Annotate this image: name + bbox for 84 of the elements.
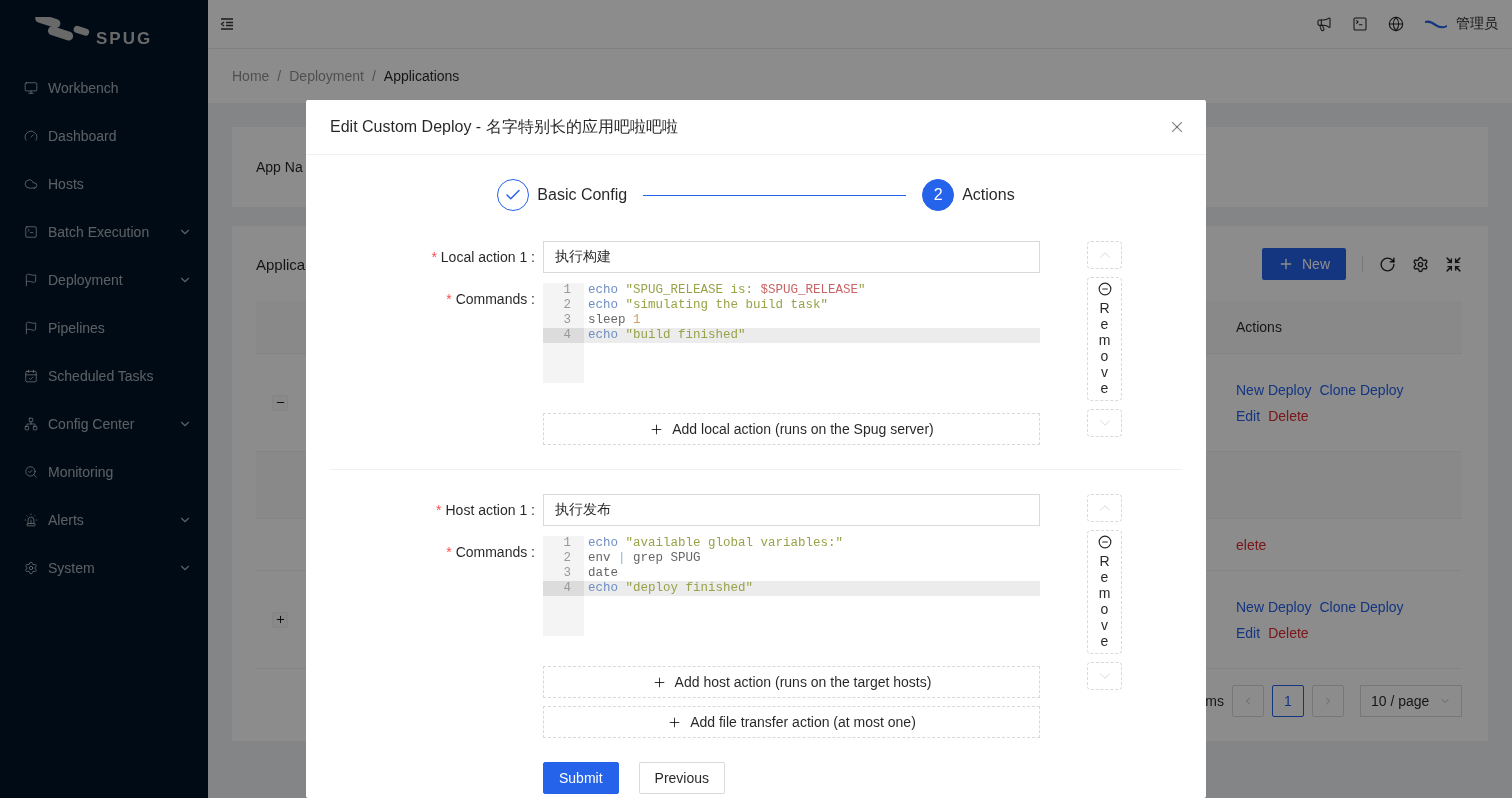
line-number: 3	[562, 566, 572, 581]
pagination-total: ms	[1205, 693, 1224, 709]
fullscreen-icon[interactable]	[1445, 255, 1462, 273]
field-label: * Local action 1 :	[430, 248, 535, 267]
add-action-button[interactable]: Add host action (runs on the target hosts)	[543, 666, 1040, 698]
previous-button[interactable]: Previous	[638, 762, 726, 794]
reload-icon[interactable]	[1379, 255, 1396, 273]
breadcrumb-item[interactable]: Home	[232, 68, 270, 84]
code-editor[interactable]: 1 2 3 4 echo "available global variables:" env | grep SPUG date echo "deploy finished"	[543, 536, 1040, 636]
column-header: Actions	[1235, 319, 1283, 335]
plus-icon	[274, 614, 286, 625]
action-link[interactable]: Edit	[1236, 407, 1261, 424]
minus-circle-icon	[1097, 282, 1112, 296]
menu-fold-icon[interactable]	[220, 17, 234, 31]
terminal-icon[interactable]	[1352, 16, 1368, 32]
page-button[interactable]: 1	[1272, 685, 1304, 717]
breadcrumb-separator: /	[371, 68, 376, 84]
line-number: 4	[543, 581, 584, 596]
sidebar-item[interactable]: Batch Execution	[0, 212, 208, 252]
logo-text: SPUG	[96, 29, 153, 49]
code-line: env | grep SPUG	[587, 551, 702, 566]
field-label: * Commands :	[445, 290, 535, 309]
remove-button[interactable]: Remove	[1087, 277, 1122, 401]
submit-button[interactable]: Submit	[543, 762, 619, 794]
action-link[interactable]: Delete	[1268, 407, 1309, 424]
breadcrumb-separator: /	[277, 68, 282, 84]
minus-circle-icon	[1097, 535, 1112, 549]
action-link[interactable]: Clone Deploy	[1319, 381, 1404, 398]
line-number: 2	[562, 551, 572, 566]
user-name[interactable]: 管理员	[1456, 15, 1498, 33]
breadcrumb-item[interactable]: Deployment	[289, 68, 364, 84]
sidebar-item[interactable]: Monitoring	[0, 452, 208, 492]
action-link[interactable]: Clone Deploy	[1319, 598, 1404, 615]
code-line: echo "available global variables:"	[587, 536, 845, 551]
sidebar-item[interactable]: Pipelines	[0, 308, 208, 348]
action-name-input[interactable]: 执行构建	[543, 241, 1040, 273]
filter-label: App Na	[256, 159, 303, 175]
step-indicator: 2	[922, 179, 955, 211]
card-title: Applica	[256, 255, 306, 273]
avatar-logo-icon	[1424, 19, 1448, 29]
step-label: Actions	[962, 186, 1015, 204]
plus-icon	[667, 714, 683, 730]
line-number: 1	[562, 536, 572, 551]
field-label: * Host action 1 :	[435, 501, 535, 520]
action-link[interactable]: New Deploy	[1236, 598, 1312, 615]
step-label: Basic Config	[537, 186, 628, 204]
action-name-input[interactable]: 执行发布	[543, 494, 1040, 526]
modal-title: Edit Custom Deploy - 名字特别长的应用吧啦吧啦	[330, 116, 679, 137]
line-number: 1	[562, 283, 572, 298]
settings-icon[interactable]	[1412, 255, 1429, 273]
add-action-button[interactable]: Add local action (runs on the Spug server)	[543, 413, 1040, 445]
sidebar-item[interactable]: Deployment	[0, 260, 208, 300]
action-link[interactable]: Delete	[1268, 624, 1309, 641]
page-size-select[interactable]: 10 / page	[1360, 685, 1462, 717]
line-number: 2	[562, 298, 572, 313]
code-line: sleep 1	[587, 313, 642, 328]
line-number: 3	[562, 313, 572, 328]
add-action-button[interactable]: Add file transfer action (at most one)	[543, 706, 1040, 738]
megaphone-icon[interactable]	[1316, 16, 1332, 32]
line-number: 4	[543, 328, 584, 343]
sidebar-item[interactable]: Config Center	[0, 404, 208, 444]
code-editor[interactable]: 1 2 3 4 echo "SPUG_RELEASE is: $SPUG_RELEASE" echo "simulating the build task" sleep 1 echo "build finished"	[543, 283, 1040, 383]
sidebar-item[interactable]: System	[0, 548, 208, 588]
sidebar-item[interactable]: Scheduled Tasks	[0, 356, 208, 396]
field-label: * Commands :	[445, 543, 535, 562]
plus-icon	[1278, 256, 1294, 272]
breadcrumb-item: Applications	[383, 68, 460, 84]
plus-icon	[649, 421, 665, 437]
new-button[interactable]: New	[1262, 248, 1346, 280]
sidebar-item[interactable]: Hosts	[0, 164, 208, 204]
action-link[interactable]: Edit	[1236, 624, 1261, 641]
code-line: echo "simulating the build task"	[587, 298, 830, 313]
action-link[interactable]: elete	[1236, 536, 1267, 553]
globe-icon[interactable]	[1388, 16, 1404, 32]
sidebar-item[interactable]: Workbench	[0, 68, 208, 108]
action-link[interactable]: New Deploy	[1236, 381, 1312, 398]
plus-icon	[651, 674, 667, 690]
sidebar-item[interactable]: Dashboard	[0, 116, 208, 156]
code-line: date	[587, 566, 619, 581]
code-line: echo "SPUG_RELEASE is: $SPUG_RELEASE"	[587, 283, 867, 298]
expand-toggle[interactable]	[272, 394, 288, 411]
expand-toggle[interactable]	[272, 611, 288, 628]
remove-button[interactable]: Remove	[1087, 530, 1122, 654]
sidebar-item[interactable]: Alerts	[0, 500, 208, 540]
